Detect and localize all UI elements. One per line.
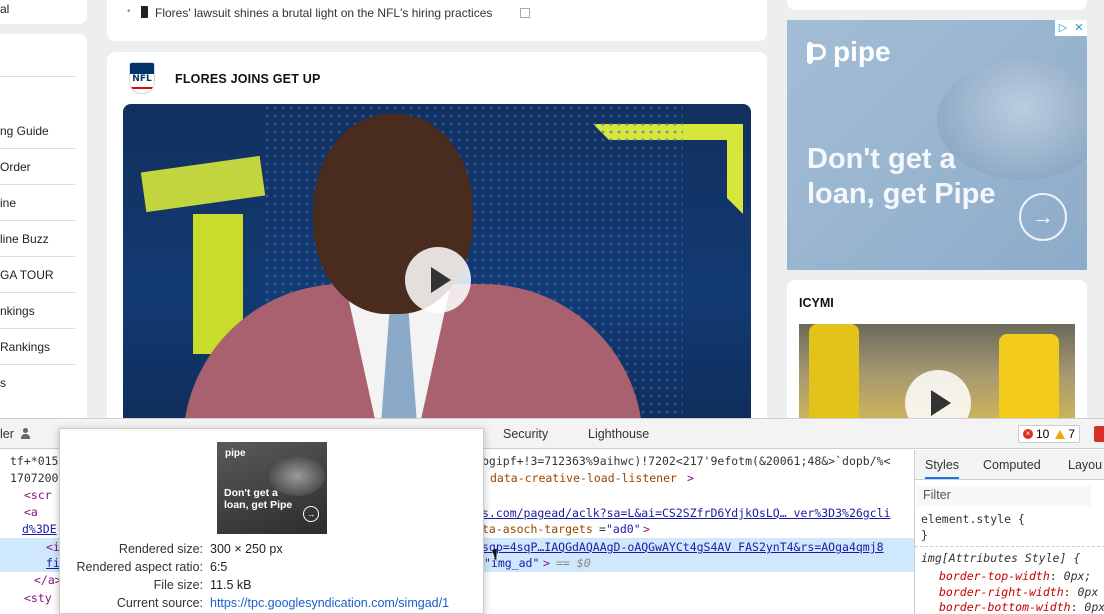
- ad-brand: pipe: [833, 36, 891, 67]
- code-tag: >: [687, 471, 694, 485]
- adchoices-icon[interactable]: ▷: [1055, 20, 1071, 36]
- pipe-logo-icon: [807, 42, 826, 64]
- icymi-title: ICYMI: [799, 296, 834, 310]
- code-line[interactable]: 1707200: [10, 471, 58, 485]
- bullet: •: [127, 6, 131, 17]
- news-icon: [138, 6, 148, 18]
- info-current-source: Current source: https://tpc.googlesyndica…: [116, 596, 450, 610]
- play-icon[interactable]: [905, 370, 971, 424]
- code-tag[interactable]: <scr: [24, 488, 52, 502]
- code-line[interactable]: tf+*015: [10, 454, 58, 468]
- icymi-video[interactable]: [799, 324, 1075, 424]
- style-divider: [915, 546, 1104, 547]
- video-card: NFL FLORES JOINS GET UP: [107, 52, 767, 424]
- left-top-card: al: [0, 0, 87, 24]
- nav-item[interactable]: ine: [0, 185, 75, 221]
- info-rendered-size: Rendered size: 300 × 250 px: [118, 542, 283, 556]
- style-rule-close: }: [921, 528, 928, 542]
- code-link[interactable]: s.com/pagead/aclk?sa=L&ai=CS2SZfrD6YdjkO…: [482, 506, 891, 520]
- warning-icon: [1055, 429, 1066, 439]
- style-prop-row[interactable]: border-top-width: 0px;: [939, 569, 1091, 583]
- nav-item[interactable]: s: [0, 365, 75, 401]
- nav-item[interactable]: nkings: [0, 293, 75, 329]
- issues-flag-icon[interactable]: [1094, 426, 1104, 442]
- style-prop-row[interactable]: border-bottom-width: 0px: [939, 600, 1104, 614]
- play-icon[interactable]: [405, 247, 471, 313]
- code-tag[interactable]: <sty: [24, 591, 52, 605]
- code-attr[interactable]: data-creative-load-listener: [490, 471, 677, 485]
- code-tag[interactable]: <a: [24, 505, 38, 519]
- related-article-card: • Flores' lawsuit shines a brutal light …: [107, 0, 767, 41]
- info-aspect-ratio: Rendered aspect ratio: 6:5: [76, 560, 228, 574]
- code-value[interactable]: "img_ad": [484, 556, 539, 570]
- ad-headline: Don't get a loan, get Pipe: [807, 143, 996, 210]
- tab-recorder[interactable]: ler: [0, 427, 14, 441]
- tab-computed[interactable]: Computed: [983, 458, 1041, 472]
- style-rule-selector[interactable]: element.style {: [921, 512, 1025, 526]
- nav-item[interactable]: line Buzz: [0, 221, 75, 257]
- code-link[interactable]: sqp=4sqP…IAQGdAQAAgD-oAQGwAYCt4gS4AV FAS…: [482, 540, 884, 554]
- video-title: FLORES JOINS GET UP: [175, 72, 321, 86]
- image-preview-tooltip: pipe Don't get a loan, get Pipe → Render…: [59, 428, 484, 614]
- adchoices[interactable]: ▷ ✕: [1055, 20, 1087, 36]
- video-player[interactable]: [123, 104, 751, 424]
- code-value[interactable]: "ad0": [606, 522, 641, 536]
- nav-item[interactable]: ng Guide: [0, 113, 75, 149]
- styles-pane: Styles Computed Layou Filter element.sty…: [914, 450, 1104, 614]
- nav-item[interactable]: Order: [0, 149, 75, 185]
- code-tag[interactable]: </a>: [34, 573, 62, 587]
- style-prop-row[interactable]: border-right-width: 0px: [939, 585, 1098, 599]
- external-link-icon: [520, 8, 530, 18]
- nfl-logo-icon: NFL: [129, 62, 155, 94]
- thumb-brand: pipe: [225, 448, 246, 459]
- code-eq: =: [599, 522, 606, 536]
- selected-node-marker: == $0: [556, 556, 591, 570]
- ad-close-icon[interactable]: ✕: [1071, 20, 1087, 36]
- warning-count: 7: [1068, 427, 1076, 441]
- code-tag: >: [543, 556, 550, 570]
- right-top-card: [787, 0, 1087, 10]
- image-preview-thumbnail: pipe Don't get a loan, get Pipe →: [217, 442, 327, 534]
- pipe-ad[interactable]: pipe Don't get a loan, get Pipe → ▷ ✕: [787, 20, 1087, 270]
- style-rule-selector[interactable]: img[Attributes Style] {: [921, 551, 1080, 565]
- tab-lighthouse[interactable]: Lighthouse: [588, 427, 649, 441]
- nav-item[interactable]: Rankings: [0, 329, 75, 365]
- person-icon[interactable]: [20, 428, 30, 440]
- code-attr[interactable]: ta-asoch-targets: [482, 522, 593, 536]
- left-top-text: al: [0, 2, 10, 16]
- code-link[interactable]: fi: [46, 556, 60, 570]
- tab-styles[interactable]: Styles: [925, 458, 960, 479]
- code-line[interactable]: bgipf+!3=712363%9aihwc)!7202<217'9efotm(…: [482, 454, 891, 468]
- arrow-right-icon[interactable]: →: [1019, 193, 1067, 241]
- tab-security[interactable]: Security: [503, 427, 548, 441]
- issues-counter[interactable]: × 10 7: [1018, 425, 1081, 443]
- thumb-headline: Don't get a loan, get Pipe: [224, 487, 293, 511]
- error-icon: ×: [1023, 429, 1033, 439]
- icymi-card: ICYMI: [787, 280, 1087, 424]
- error-count: 10: [1036, 427, 1050, 441]
- code-tag: >: [643, 522, 650, 536]
- nav-divider: [0, 76, 75, 77]
- info-file-size: File size: 11.5 kB: [153, 578, 252, 592]
- styles-filter-input[interactable]: Filter: [917, 486, 1091, 506]
- styles-tabbar: Styles Computed Layou: [915, 450, 1104, 480]
- related-article-link[interactable]: Flores' lawsuit shines a brutal light on…: [155, 6, 492, 20]
- code-link[interactable]: d%3DE: [22, 522, 57, 536]
- nfl-logo-text: NFL: [132, 74, 152, 84]
- tab-layout[interactable]: Layou: [1068, 458, 1102, 472]
- code-tag[interactable]: <i: [46, 540, 60, 554]
- nav-item[interactable]: GA TOUR: [0, 257, 75, 293]
- left-nav: ng Guide Order ine line Buzz GA TOUR nki…: [0, 34, 87, 424]
- arrow-right-icon: →: [303, 506, 319, 522]
- current-source-link[interactable]: https://tpc.googlesyndication.com/simgad…: [210, 596, 449, 610]
